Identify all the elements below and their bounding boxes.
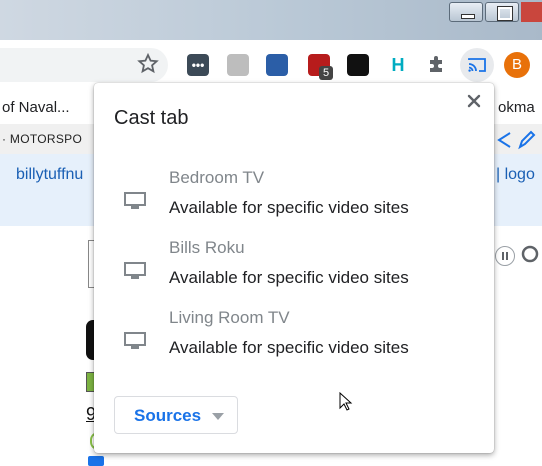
cast-sink-item[interactable]: Living Room TV Available for specific vid… <box>94 302 494 366</box>
tv-monitor-icon <box>124 262 146 279</box>
lock-extension-icon[interactable] <box>347 54 369 76</box>
dropdown-triangle-icon <box>212 413 224 420</box>
password-manager-extension-icon[interactable]: ••• <box>187 54 209 76</box>
minimize-button[interactable] <box>449 2 483 22</box>
cast-sink-item[interactable]: Bedroom TV Available for specific video s… <box>94 162 494 226</box>
mouse-cursor-icon <box>339 392 353 411</box>
pause-icon[interactable] <box>495 246 515 266</box>
page-logo-link[interactable]: | logo <box>496 166 535 184</box>
sources-button[interactable]: Sources <box>114 396 238 434</box>
checkbox[interactable] <box>88 456 104 466</box>
profile-avatar[interactable]: B <box>504 52 530 78</box>
h-extension-icon[interactable]: H <box>387 54 409 76</box>
reader-extension-icon[interactable] <box>227 54 249 76</box>
bookmark-item-right[interactable]: okma <box>498 99 535 116</box>
sink-status: Available for specific video sites <box>169 198 409 217</box>
close-icon[interactable] <box>466 93 482 109</box>
cast-dialog: Cast tab Bedroom TV Available for specifi… <box>94 83 494 453</box>
cast-icon <box>468 58 486 72</box>
ublock-badge: 5 <box>319 66 333 80</box>
dialog-title: Cast tab <box>114 107 189 129</box>
restore-button[interactable] <box>485 2 519 22</box>
bookmark-star-icon[interactable] <box>136 52 160 76</box>
sink-name: Bedroom TV <box>169 168 265 187</box>
cast-sink-item[interactable]: Bills Roku Available for specific video s… <box>94 232 494 296</box>
sink-status: Available for specific video sites <box>169 268 409 287</box>
share-edit-icon[interactable] <box>496 130 536 150</box>
page-link[interactable]: billytuffnu <box>16 166 83 184</box>
search-icon[interactable] <box>520 244 540 266</box>
minimize-icon <box>461 14 475 19</box>
download-extension-icon[interactable] <box>266 54 288 76</box>
sources-label: Sources <box>134 406 202 425</box>
puzzle-extensions-icon[interactable] <box>426 53 448 75</box>
close-window-button[interactable] <box>521 2 542 22</box>
restore-icon <box>497 6 513 21</box>
tv-monitor-icon <box>124 192 146 209</box>
sink-name: Living Room TV <box>169 308 290 327</box>
sink-name: Bills Roku <box>169 238 245 257</box>
tv-monitor-icon <box>124 332 146 349</box>
nav-text[interactable]: · MOTORSPO <box>2 132 82 146</box>
bookmark-item[interactable]: of Naval... <box>2 99 70 116</box>
sink-status: Available for specific video sites <box>169 338 409 357</box>
cast-button[interactable] <box>460 48 494 82</box>
